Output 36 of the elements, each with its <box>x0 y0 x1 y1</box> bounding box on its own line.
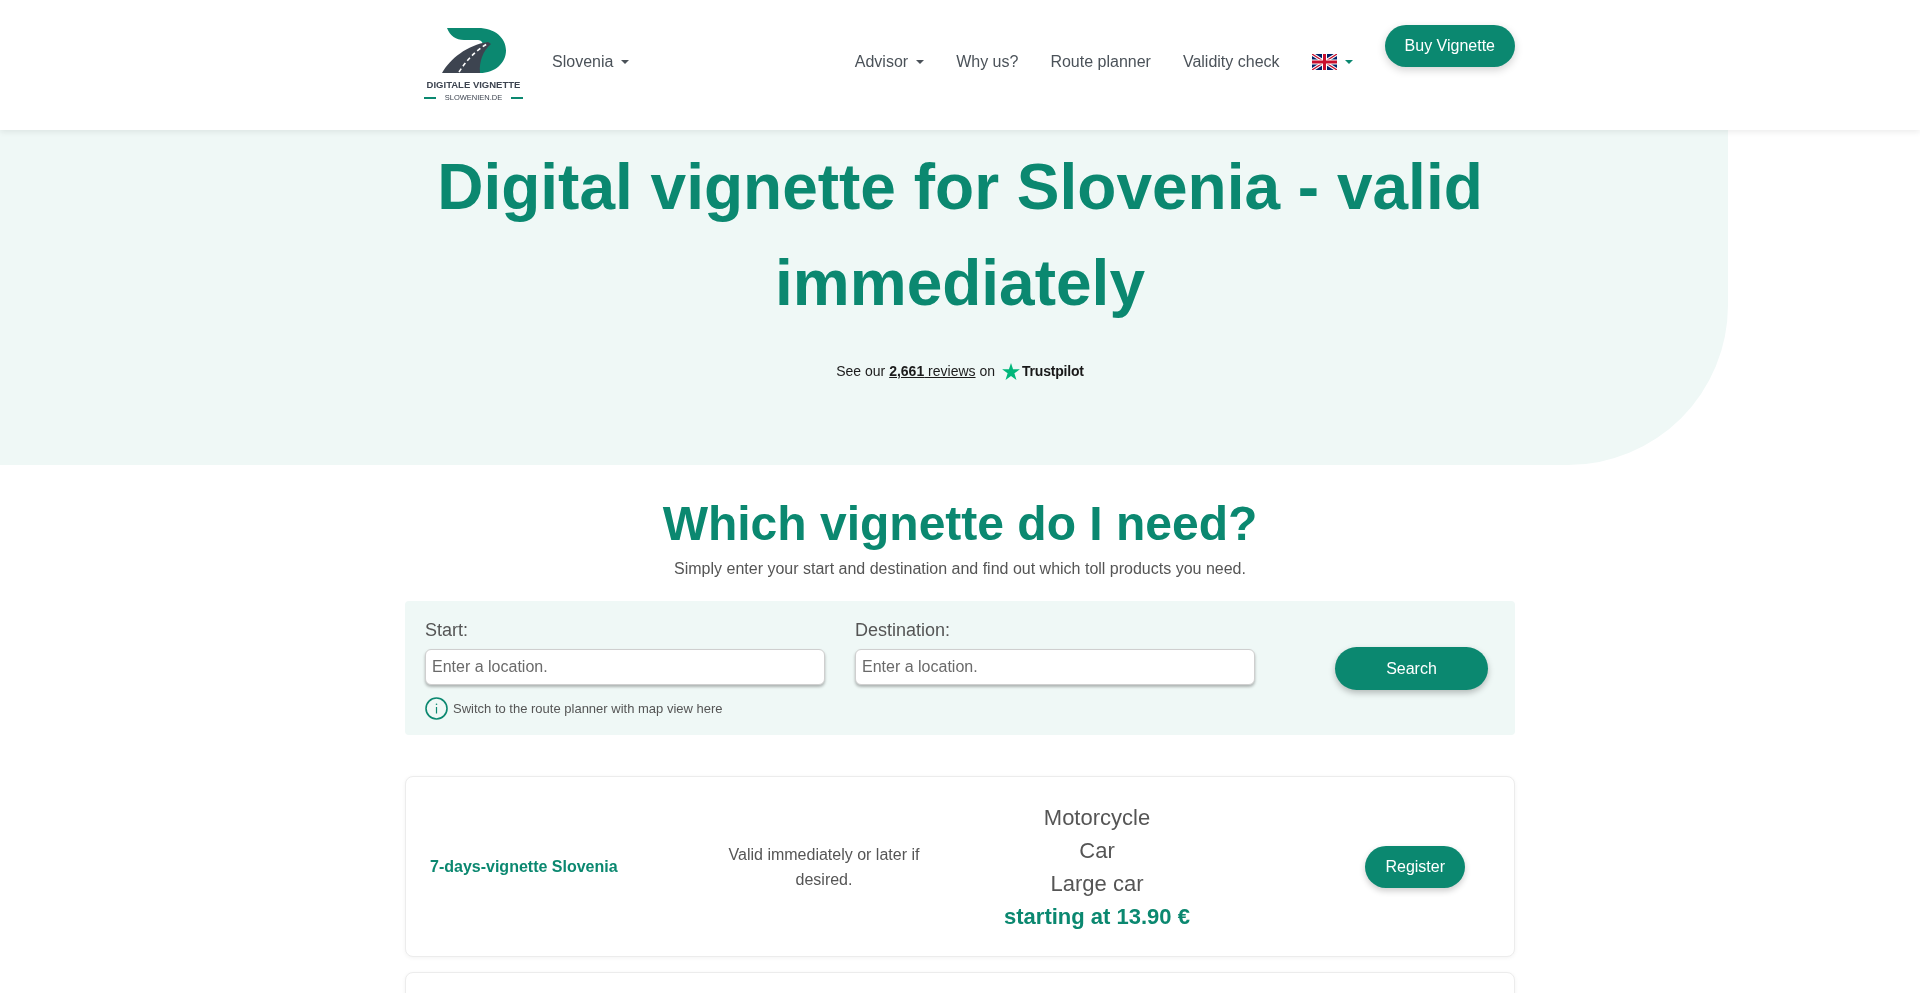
product-price: starting at 13.90 € <box>1004 902 1190 931</box>
route-planner-link[interactable]: Switch to the route planner with map view here <box>453 699 723 718</box>
field-label: Destination: <box>855 619 952 642</box>
caret-icon <box>1344 60 1353 64</box>
logo-line-icon <box>511 96 523 99</box>
vehicle-type: Car <box>1079 836 1115 865</box>
reviews-link[interactable]: 2,661 reviews <box>889 363 976 379</box>
section-subtitle: Simply enter your start and destination and find out which toll products you need. <box>674 559 1246 579</box>
logo-title: DIGITALE VIGNETTE <box>426 79 521 90</box>
vehicle-type: Motorcycle <box>1043 803 1151 832</box>
product-name: 7-days-vignette Slovenia <box>430 857 618 875</box>
reviews-text: See our 2,661 reviews on <box>836 362 995 381</box>
section-title: Which vignette do I need? <box>662 496 1258 552</box>
country-dropdown[interactable]: Slovenia <box>552 50 630 74</box>
star-icon <box>1002 362 1020 380</box>
destination-input[interactable]: Enter a location. <box>855 649 1255 685</box>
start-input[interactable]: Enter a location. <box>425 649 825 685</box>
nav-dropdown[interactable]: Advisor <box>854 50 925 74</box>
logo-icon <box>441 28 506 73</box>
field-label: Start: <box>425 619 469 642</box>
buy-vignette-button[interactable]: Buy Vignette <box>1384 25 1515 67</box>
info-icon <box>425 697 448 720</box>
caret-icon <box>621 60 630 64</box>
language-dropdown[interactable] <box>1311 54 1353 70</box>
uk-flag-icon <box>1311 54 1337 70</box>
product-description: Valid immediately or later if desired. <box>727 844 921 890</box>
hero-title: Digital vignette for Slovenia - valid immediately <box>436 150 1484 321</box>
nav-link[interactable]: Why us? <box>956 50 1019 74</box>
vehicle-type: Large car <box>1050 869 1144 898</box>
trustpilot-logo-text: Trustpilot <box>1022 362 1084 381</box>
caret-icon <box>916 60 925 64</box>
nav-link[interactable]: Route planner <box>1050 50 1151 74</box>
logo-line-icon <box>424 96 436 99</box>
search-button[interactable]: Search <box>1335 647 1488 690</box>
nav-link[interactable]: Validity check <box>1182 50 1280 74</box>
register-button[interactable]: Register <box>1365 845 1465 888</box>
